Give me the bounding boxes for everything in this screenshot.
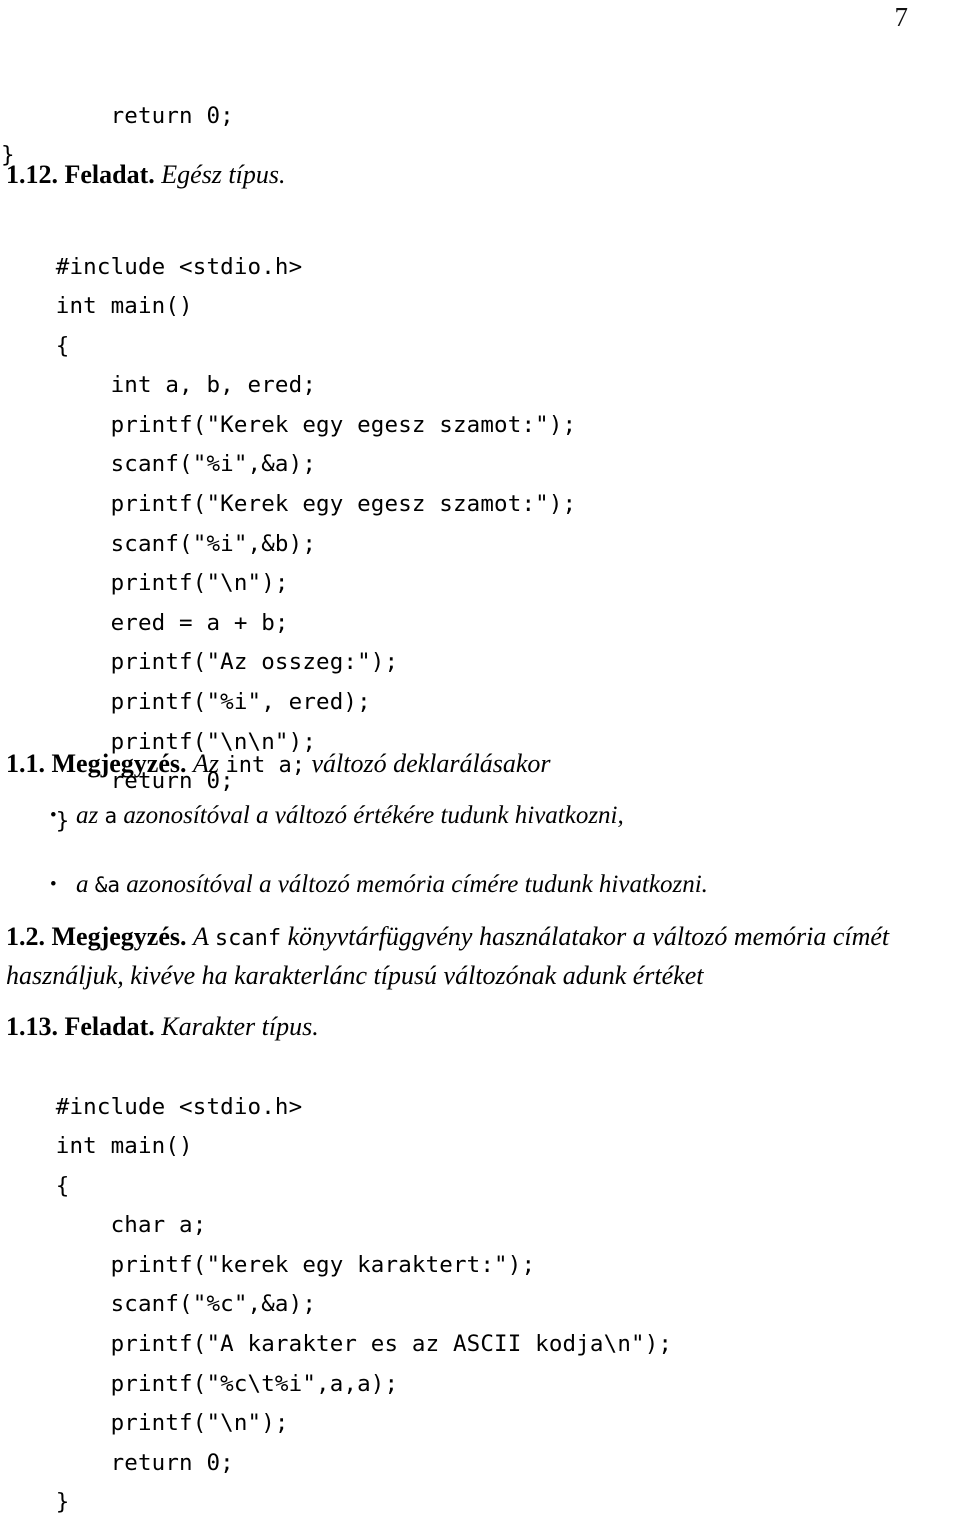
remark-number: 1.2.	[6, 922, 45, 951]
heading-remark-1-1: 1.1. Megjegyzés. Az int a; változó dekla…	[6, 745, 954, 784]
code-line: printf("kerek egy karaktert:");	[1, 1246, 672, 1286]
code-line: #include <stdio.h>	[1, 1088, 672, 1128]
remark-kind: Megjegyzés.	[52, 922, 187, 951]
remark-lead-tail: változó deklarálásakor	[305, 749, 551, 778]
code-line: int main()	[1, 287, 576, 327]
code-block-character-type: #include <stdio.h> int main() { char a; …	[1, 1088, 672, 1523]
remark-lead-italic: Az	[193, 749, 226, 778]
heading-remark-1-2: 1.2. Megjegyzés. A scanf könyvtárfüggvén…	[6, 918, 956, 994]
heading-kind: Feladat.	[65, 160, 155, 189]
code-line: printf("Kerek egy egesz szamot:");	[1, 406, 576, 446]
remark-lead-italic: A	[193, 922, 215, 951]
heading-number: 1.12.	[6, 160, 58, 189]
heading-kind: Feladat.	[65, 1012, 155, 1041]
remark-bullet-list: • az a azonosítóval a változó értékére tu…	[0, 798, 950, 936]
code-line: }	[1, 1483, 672, 1523]
bullet-dot-icon: •	[50, 867, 57, 903]
bullet-text-post: azonosítóval a változó értékére tudunk h…	[117, 802, 624, 829]
bullet-text-post: azonosítóval a változó memória címére tu…	[120, 871, 708, 898]
remark-lead-code: int a;	[225, 753, 304, 778]
code-line: #include <stdio.h>	[1, 248, 576, 288]
heading-number: 1.13.	[6, 1012, 58, 1041]
code-line: printf("Az osszeg:");	[1, 643, 576, 683]
bullet-dot-icon: •	[50, 798, 57, 834]
code-line: {	[1, 1167, 672, 1207]
code-line: printf("Kerek egy egesz szamot:");	[1, 485, 576, 525]
bullet-text-pre: az	[76, 802, 104, 829]
code-line: return 0;	[1, 1444, 672, 1484]
code-line: return 0;	[1, 97, 234, 137]
code-line: scanf("%i",&b);	[1, 525, 576, 565]
list-item: • az a azonosítóval a változó értékére tu…	[0, 798, 950, 834]
code-line: printf("A karakter es az ASCII kodja\n")…	[1, 1325, 672, 1365]
bullet-code: &a	[95, 873, 120, 897]
code-line: printf("\n");	[1, 564, 576, 604]
code-line: ered = a + b;	[1, 604, 576, 644]
bullet-text-pre: a	[76, 871, 95, 898]
remark-number: 1.1.	[6, 749, 45, 778]
remark-lead-code: scanf	[215, 926, 281, 951]
page-number: 7	[895, 4, 909, 31]
code-line: scanf("%i",&a);	[1, 445, 576, 485]
code-line: {	[1, 327, 576, 367]
heading-title: Karakter típus.	[161, 1012, 318, 1041]
heading-exercise-1-12: 1.12. Feladat. Egész típus.	[6, 156, 954, 193]
remark-kind: Megjegyzés.	[52, 749, 187, 778]
code-line: printf("\n");	[1, 1404, 672, 1444]
document-page: 7 return 0;} 1.12. Feladat. Egész típus.…	[0, 0, 960, 1442]
code-line: scanf("%c",&a);	[1, 1285, 672, 1325]
code-line: printf("%c\t%i",a,a);	[1, 1365, 672, 1405]
heading-title: Egész típus.	[161, 160, 285, 189]
code-line: int main()	[1, 1127, 672, 1167]
heading-exercise-1-13: 1.13. Feladat. Karakter típus.	[6, 1008, 954, 1045]
bullet-code: a	[104, 804, 117, 828]
code-line: printf("%i", ered);	[1, 683, 576, 723]
list-item: • a &a azonosítóval a változó memória cím…	[0, 867, 950, 903]
code-line: char a;	[1, 1206, 672, 1246]
code-line: int a, b, ered;	[1, 366, 576, 406]
